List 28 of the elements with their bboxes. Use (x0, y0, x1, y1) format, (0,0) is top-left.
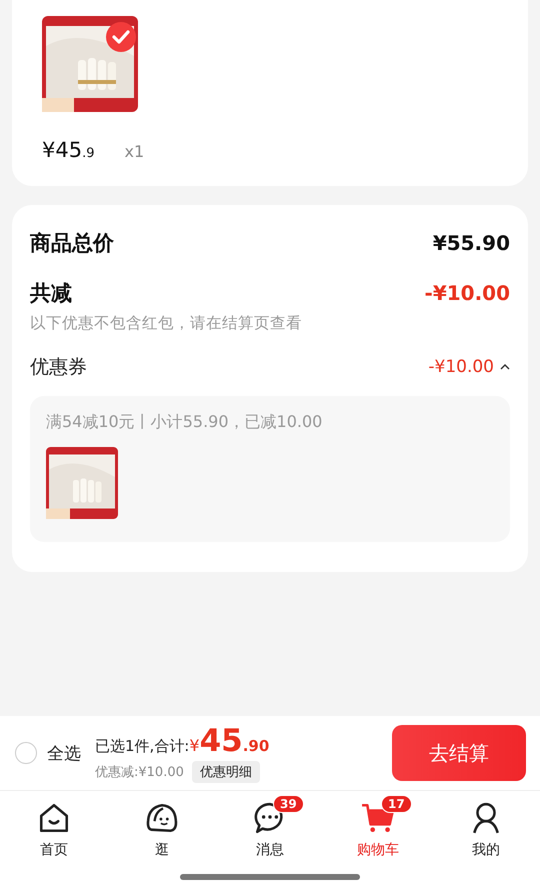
discount-value: -¥10.00 (424, 281, 510, 305)
total-value: ¥55.90 (432, 231, 510, 255)
discount-label: 共减 (30, 280, 72, 307)
count-badge: 17 (381, 795, 412, 813)
check-icon[interactable] (106, 22, 136, 52)
coupon-label: 优惠券 (30, 355, 87, 380)
select-all-label[interactable]: 全选 (47, 742, 81, 764)
home-icon (37, 801, 71, 835)
coupon-value: -¥10.00 (428, 357, 494, 377)
face-icon (145, 801, 179, 835)
discount-note: 以下优惠不包含红包，请在结算页查看 (30, 313, 303, 334)
coupon-detail: 满54减10元丨小计55.90，已减10.00 (46, 412, 324, 433)
item-price: ¥45.9 (42, 138, 94, 162)
total-label: 商品总价 (30, 230, 114, 257)
discount-detail-button[interactable]: 优惠明细 (192, 761, 260, 783)
tab[interactable]: 我的 (432, 791, 540, 859)
tab[interactable]: 39 消息 (216, 791, 324, 859)
discount-text: 优惠减:¥10.00 (95, 764, 184, 781)
count-badge: 39 (273, 795, 304, 813)
tab[interactable]: 逛 (108, 791, 216, 859)
item-quantity: x1 (124, 142, 144, 161)
select-all-checkbox[interactable] (15, 742, 37, 764)
tab[interactable]: 17 购物车 (324, 791, 432, 859)
tab[interactable]: 首页 (0, 791, 108, 859)
selected-summary: 已选1件,合计: (95, 737, 190, 756)
caret-icon[interactable] (500, 364, 510, 370)
total-amount: ¥45.90 (189, 723, 270, 759)
checkout-button[interactable]: 去结算 (392, 725, 526, 781)
